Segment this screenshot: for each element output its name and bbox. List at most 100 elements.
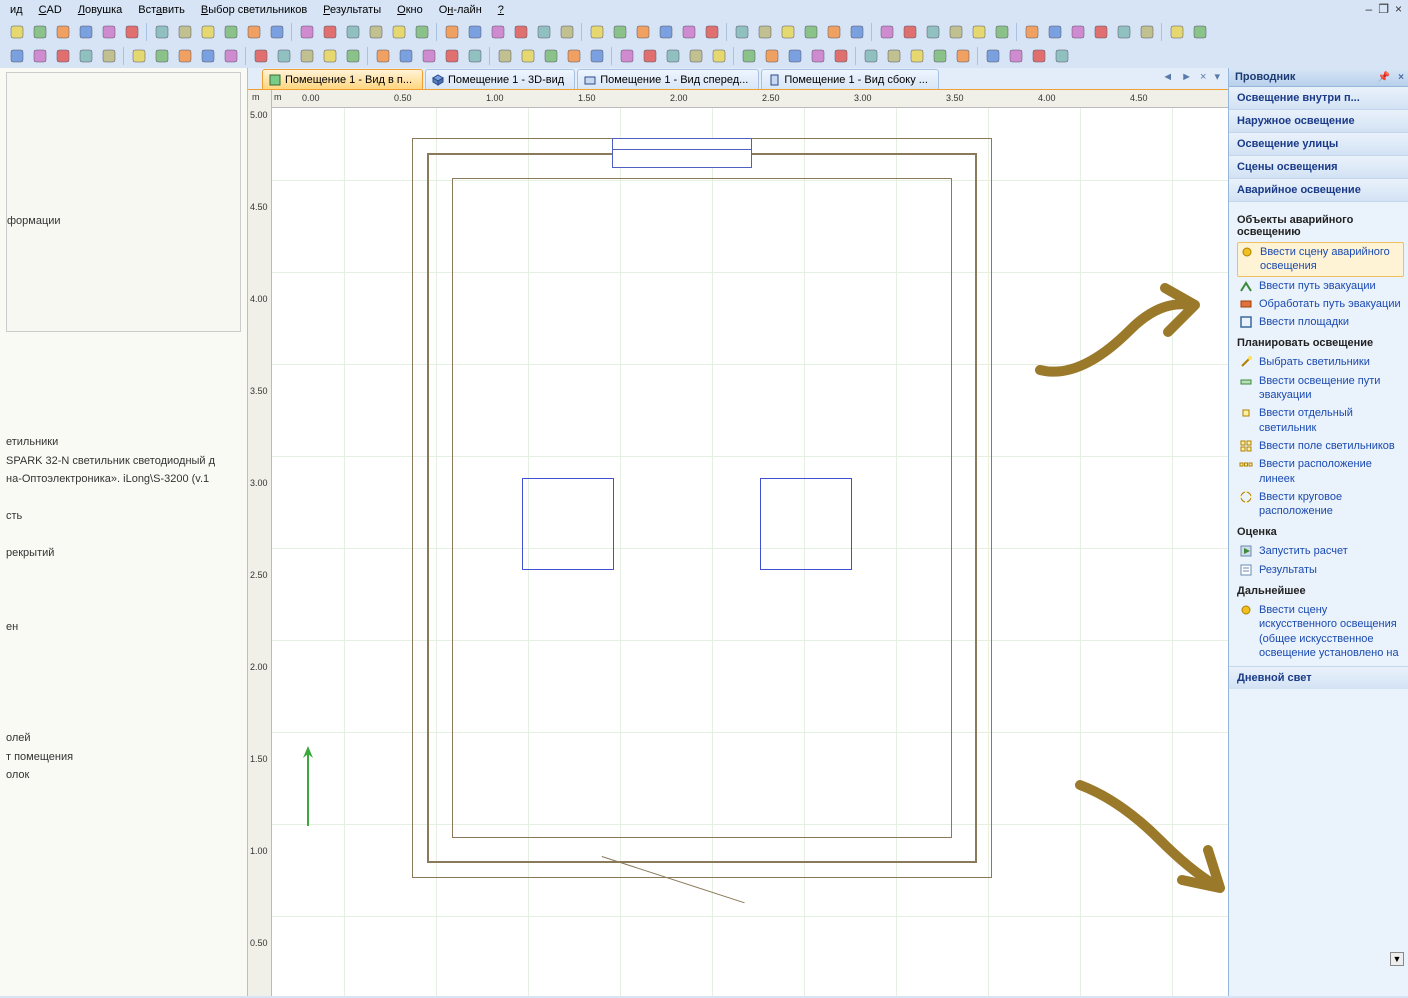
tab-close[interactable]: × [1198,71,1208,83]
left-tree-item[interactable] [6,656,241,673]
toolbar2-btn-2[interactable] [52,45,74,67]
toolbar2-btn-4[interactable] [98,45,120,67]
left-tree-item[interactable]: рекрытий [6,545,241,562]
toolbar2-btn-0[interactable] [6,45,28,67]
toolbar1-btn-36[interactable] [876,21,898,43]
explorer-link[interactable]: Результаты [1237,561,1404,579]
toolbar2-btn-10[interactable] [250,45,272,67]
left-tree-item[interactable]: т помещения [6,749,241,766]
explorer-section-collapsed[interactable]: Освещение внутри п... [1229,87,1408,110]
toolbar1-btn-42[interactable] [1021,21,1043,43]
menu-lovushka[interactable]: Ловушка [72,2,128,18]
toolbar2-btn-26[interactable] [639,45,661,67]
toolbar1-btn-11[interactable] [266,21,288,43]
toolbar1-btn-6[interactable] [151,21,173,43]
toolbar1-btn-22[interactable] [533,21,555,43]
left-tree-item[interactable]: SPARK 32-N светильник светодиодный д [6,453,241,470]
toolbar1-btn-10[interactable] [243,21,265,43]
toolbar1-btn-38[interactable] [922,21,944,43]
floor-plan-canvas[interactable] [272,108,1228,996]
tab-prev[interactable]: ◄ [1160,71,1175,83]
toolbar2-btn-24[interactable] [586,45,608,67]
tab-next[interactable]: ► [1179,71,1194,83]
toolbar1-btn-37[interactable] [899,21,921,43]
explorer-link[interactable]: Обработать путь эвакуации [1237,295,1404,313]
toolbar2-btn-30[interactable] [738,45,760,67]
left-tree-item[interactable] [6,638,241,655]
toolbar1-btn-0[interactable] [6,21,28,43]
toolbar2-btn-13[interactable] [319,45,341,67]
toolbar1-btn-5[interactable] [121,21,143,43]
toolbar1-btn-13[interactable] [319,21,341,43]
toolbar1-btn-41[interactable] [991,21,1013,43]
toolbar1-btn-47[interactable] [1136,21,1158,43]
toolbar2-btn-33[interactable] [807,45,829,67]
toolbar2-btn-12[interactable] [296,45,318,67]
toolbar2-btn-34[interactable] [830,45,852,67]
toolbar1-btn-4[interactable] [98,21,120,43]
explorer-link[interactable]: Ввести площадки [1237,313,1404,331]
left-tree-item[interactable] [6,582,241,599]
left-tree-item[interactable]: сть [6,508,241,525]
toolbar1-btn-7[interactable] [174,21,196,43]
win-close[interactable]: × [1395,2,1402,16]
toolbar2-btn-25[interactable] [616,45,638,67]
toolbar1-btn-24[interactable] [586,21,608,43]
toolbar2-btn-28[interactable] [685,45,707,67]
luminaire-2[interactable] [760,478,852,570]
toolbar2-btn-8[interactable] [197,45,219,67]
left-tree-item[interactable]: ен [6,619,241,636]
menu-vstavit[interactable]: Вставить [132,2,191,18]
toolbar2-btn-38[interactable] [929,45,951,67]
toolbar1-btn-29[interactable] [701,21,723,43]
left-tree-item[interactable] [6,490,241,507]
toolbar2-btn-23[interactable] [563,45,585,67]
toolbar1-btn-34[interactable] [823,21,845,43]
explorer-link[interactable]: Ввести сцену искусственного освещения (о… [1237,601,1404,662]
menu-okno[interactable]: Окно [391,2,429,18]
toolbar2-btn-40[interactable] [982,45,1004,67]
toolbar2-btn-7[interactable] [174,45,196,67]
toolbar1-btn-31[interactable] [754,21,776,43]
toolbar1-btn-39[interactable] [945,21,967,43]
toolbar2-btn-14[interactable] [342,45,364,67]
toolbar2-btn-43[interactable] [1051,45,1073,67]
toolbar2-btn-15[interactable] [372,45,394,67]
explorer-link[interactable]: Запустить расчет [1237,542,1404,560]
toolbar2-btn-42[interactable] [1028,45,1050,67]
toolbar1-btn-17[interactable] [411,21,433,43]
toolbar1-btn-32[interactable] [777,21,799,43]
toolbar1-btn-1[interactable] [29,21,51,43]
toolbar2-btn-37[interactable] [906,45,928,67]
close-icon[interactable]: × [1398,72,1404,83]
menu-cad[interactable]: CAD [33,2,68,18]
toolbar2-btn-1[interactable] [29,45,51,67]
explorer-link[interactable]: Выбрать светильники [1237,353,1404,371]
tab-side-view[interactable]: Помещение 1 - Вид сбоку ... [761,69,939,89]
toolbar1-btn-46[interactable] [1113,21,1135,43]
tab-front-view[interactable]: Помещение 1 - Вид сперед... [577,69,759,89]
explorer-link[interactable]: Ввести поле светильников [1237,437,1404,455]
left-tree-item[interactable] [6,693,241,710]
win-restore[interactable]: ❐ [1378,2,1389,16]
left-tree-item[interactable] [6,564,241,581]
toolbar1-btn-40[interactable] [968,21,990,43]
toolbar2-btn-35[interactable] [860,45,882,67]
toolbar1-btn-30[interactable] [731,21,753,43]
left-tree-item[interactable] [6,712,241,729]
explorer-link[interactable]: Ввести круговое расположение [1237,488,1404,521]
toolbar1-btn-23[interactable] [556,21,578,43]
luminaire-1[interactable] [522,478,614,570]
toolbar2-btn-27[interactable] [662,45,684,67]
left-tree-item[interactable] [6,527,241,544]
toolbar2-btn-18[interactable] [441,45,463,67]
menu-rezultaty[interactable]: Результаты [317,2,387,18]
toolbar2-btn-21[interactable] [517,45,539,67]
toolbar1-btn-26[interactable] [632,21,654,43]
toolbar2-btn-32[interactable] [784,45,806,67]
left-tree-item[interactable] [6,601,241,618]
toolbar1-btn-27[interactable] [655,21,677,43]
tab-plan-view[interactable]: Помещение 1 - Вид в п... [262,69,423,89]
toolbar2-btn-29[interactable] [708,45,730,67]
toolbar2-btn-39[interactable] [952,45,974,67]
